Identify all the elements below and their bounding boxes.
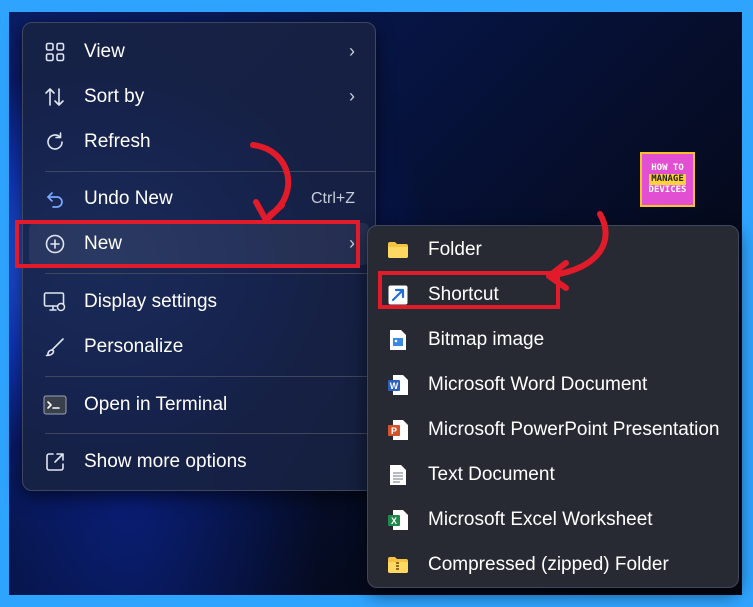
annotation-arrows xyxy=(250,142,609,291)
arrow-to-new-head xyxy=(253,199,285,223)
